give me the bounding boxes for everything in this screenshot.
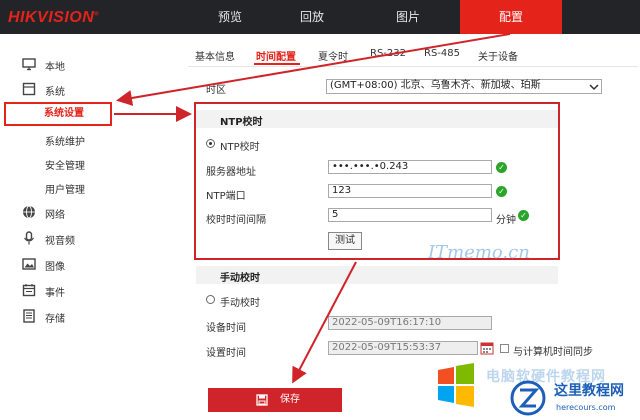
sync-with-pc-label: 与计算机时间同步: [513, 347, 593, 358]
active-tab-indicator: [254, 63, 300, 65]
sidebar-item-network[interactable]: 网络: [0, 200, 130, 224]
manual-section-title: 手动校时: [220, 273, 260, 284]
sidebar-item-label: 系统: [45, 87, 65, 98]
set-time-input[interactable]: 2022-05-09T15:53:37: [328, 341, 478, 355]
system-icon: [22, 82, 36, 96]
manual-radio-label: 手动校时: [220, 298, 260, 309]
set-time-value: 2022-05-09T15:53:37: [332, 342, 442, 353]
ntp-radio-label: NTP校时: [220, 142, 260, 153]
calendar-icon: [22, 284, 36, 297]
sidebar-item-event[interactable]: 事件: [0, 278, 130, 302]
sidebar-item-image[interactable]: 图像: [0, 252, 130, 276]
save-button[interactable]: 保存: [208, 388, 342, 412]
sidebar-item-label: 图像: [45, 262, 65, 273]
sidebar-item-label: 网络: [45, 210, 65, 221]
globe-icon: [23, 205, 35, 219]
server-address-value: •••.•••.•0.243: [332, 161, 409, 172]
hikvision-logo: HIKVISION®: [8, 9, 100, 26]
tab-about-device[interactable]: 关于设备: [478, 48, 518, 63]
footer-brand-name: 这里教程网: [554, 383, 624, 399]
test-button[interactable]: 测试: [328, 232, 362, 250]
save-icon: [256, 394, 268, 406]
sidebar-item-label: 本地: [45, 62, 65, 73]
timezone-value: (GMT+08:00) 北京、乌鲁木齐、新加坡、珀斯: [330, 80, 541, 91]
nav-picture[interactable]: 图片: [368, 0, 448, 34]
tab-rs232[interactable]: RS-232: [370, 48, 406, 59]
device-time-field: 2022-05-09T16:17:10: [328, 316, 492, 330]
timezone-label: 时区: [206, 85, 226, 96]
chevron-down-icon: [589, 84, 599, 91]
sidebar-item-label: 事件: [45, 288, 65, 299]
sync-interval-label: 校时时间间隔: [206, 215, 266, 226]
server-address-input[interactable]: •••.•••.•0.243: [328, 160, 492, 174]
sync-interval-input[interactable]: 5: [328, 208, 492, 222]
windows-logo: [438, 363, 474, 407]
tab-divider: [188, 66, 638, 67]
tab-time-settings[interactable]: 时间配置: [256, 48, 296, 63]
footer-brand-url: herecours.com: [556, 403, 616, 412]
server-address-label: 服务器地址: [206, 167, 256, 178]
sidebar-item-system[interactable]: 系统: [0, 77, 130, 101]
image-icon: [22, 258, 36, 270]
ntp-port-input[interactable]: 123: [328, 184, 492, 198]
sidebar-item-video-audio[interactable]: 视音频: [0, 226, 130, 250]
timezone-select[interactable]: (GMT+08:00) 北京、乌鲁木齐、新加坡、珀斯: [326, 79, 602, 94]
monitor-icon: [22, 58, 36, 71]
save-button-label: 保存: [280, 394, 300, 405]
annotation-frame-ntp: [194, 102, 560, 260]
tab-dst[interactable]: 夏令时: [318, 48, 348, 63]
tab-basic-info[interactable]: 基本信息: [195, 48, 235, 63]
ntp-radio[interactable]: [206, 139, 215, 148]
nav-preview[interactable]: 预览: [190, 0, 270, 34]
sync-interval-unit: 分钟: [496, 215, 516, 226]
manual-radio[interactable]: [206, 295, 215, 304]
watermark-text: ITmemo.cn: [428, 242, 530, 263]
ntp-port-label: NTP端口: [206, 191, 246, 202]
sidebar-subitem-system-settings[interactable]: 系统设置: [4, 102, 112, 126]
check-icon: ✓: [496, 186, 507, 197]
check-icon: ✓: [496, 162, 507, 173]
microphone-icon: [24, 231, 34, 245]
sync-interval-value: 5: [332, 209, 339, 220]
sidebar-item-storage[interactable]: 存储: [0, 304, 130, 328]
sync-with-pc-checkbox[interactable]: [500, 344, 509, 353]
sidebar-item-local[interactable]: 本地: [0, 52, 130, 76]
set-time-label: 设置时间: [206, 348, 246, 359]
sidebar-subitem-system-maintenance[interactable]: 系统维护: [45, 133, 85, 148]
sidebar-item-label: 存储: [45, 314, 65, 325]
sidebar-subitem-security[interactable]: 安全管理: [45, 157, 85, 172]
check-icon: ✓: [518, 210, 529, 221]
calendar-picker-icon[interactable]: [480, 341, 494, 355]
sidebar-subitem-user-management[interactable]: 用户管理: [45, 181, 85, 196]
device-time-label: 设备时间: [206, 323, 246, 334]
annotation-frame-config: [460, 0, 562, 34]
device-time-value: 2022-05-09T16:17:10: [332, 317, 442, 328]
ntp-port-value: 123: [332, 185, 352, 196]
nav-playback[interactable]: 回放: [272, 0, 352, 34]
tab-rs485[interactable]: RS-485: [424, 48, 460, 59]
brand-z-logo: [510, 380, 546, 416]
sidebar-item-label: 视音频: [45, 236, 75, 247]
disk-icon: [23, 309, 35, 323]
